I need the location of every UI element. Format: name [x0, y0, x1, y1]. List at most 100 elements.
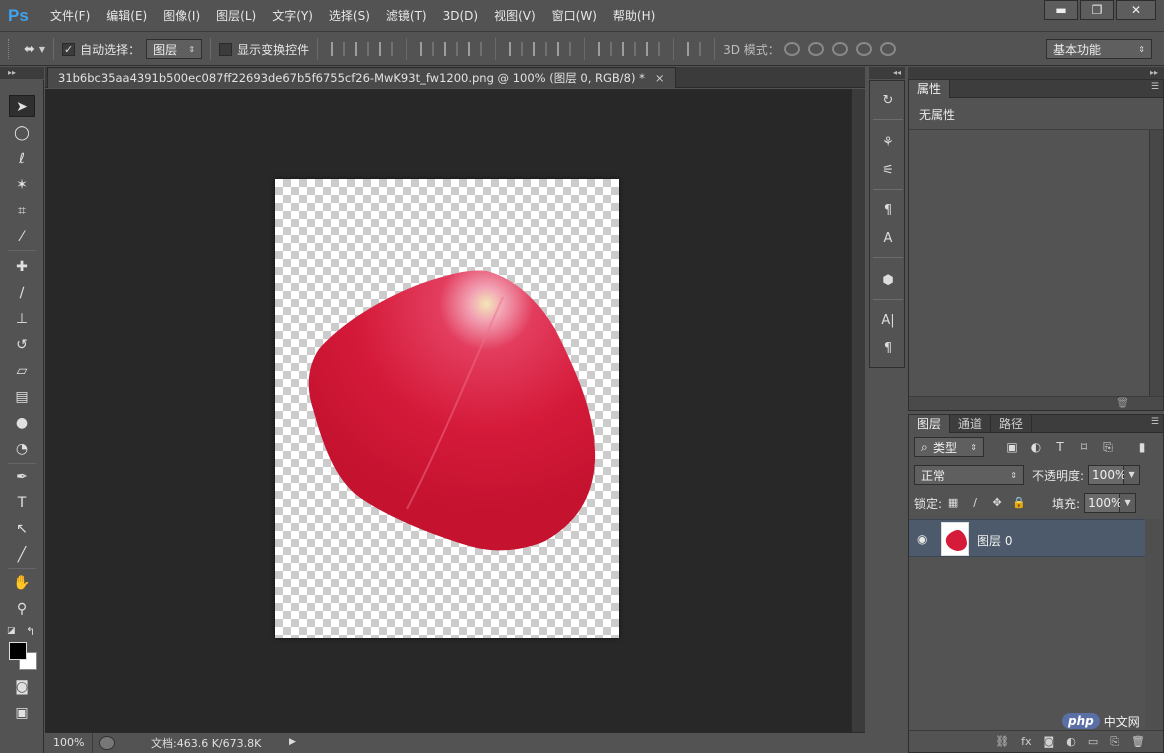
filter-adjustment-icon[interactable]: ◐ — [1028, 439, 1044, 455]
blend-mode-select[interactable]: 正常 ⇕ — [914, 465, 1024, 485]
filter-pixel-icon[interactable]: ▣ — [1004, 439, 1020, 455]
slide-3d-icon[interactable] — [855, 42, 872, 56]
trash-icon[interactable]: 🗑 — [1131, 735, 1145, 748]
filter-smart-object-icon[interactable]: ⎘ — [1100, 439, 1116, 455]
canvas-area[interactable] — [45, 89, 851, 732]
eye-icon[interactable]: ◉ — [917, 532, 927, 546]
marquee-tool-icon[interactable]: ◯ — [9, 122, 35, 144]
menu-filter[interactable]: 滤镜(T) — [378, 0, 435, 32]
tab-paths[interactable]: 路径 — [991, 415, 1033, 433]
adjustment-layer-icon[interactable]: ◐ — [1066, 735, 1076, 748]
brush-tool-icon[interactable]: ∕ — [9, 282, 35, 304]
tab-channels[interactable]: 通道 — [950, 415, 992, 433]
filter-type-icon[interactable]: T — [1052, 439, 1068, 455]
lock-pixels-icon[interactable]: ∕ — [968, 496, 982, 510]
brush-presets-icon[interactable]: ⚟ — [878, 161, 898, 181]
lock-all-icon[interactable]: 🔒 — [1012, 496, 1026, 510]
move-tool-icon[interactable]: ➤ — [9, 95, 35, 117]
quick-mask-icon[interactable]: ◙ — [9, 676, 35, 698]
auto-align-icon[interactable] — [687, 42, 702, 56]
chevron-down-icon[interactable]: ▼ — [39, 45, 45, 54]
menu-file[interactable]: 文件(F) — [42, 0, 98, 32]
right-panels-header[interactable]: ▸▸ — [908, 67, 1164, 79]
move-tool-preset-icon[interactable]: ⬌ — [24, 42, 35, 57]
distribute-vcenter-icon[interactable] — [533, 42, 548, 56]
menu-layer[interactable]: 图层(L) — [208, 0, 264, 32]
layer-mask-icon[interactable]: ◙ — [1044, 735, 1055, 748]
maximize-button[interactable]: ❐ — [1080, 0, 1114, 20]
toolbox-header[interactable]: ▸▸ — [0, 67, 44, 79]
paragraph-styles-icon[interactable]: A — [878, 229, 898, 249]
line-tool-icon[interactable]: ╱ — [9, 544, 35, 566]
menu-help[interactable]: 帮助(H) — [605, 0, 663, 32]
opacity-input[interactable]: 100% — [1088, 465, 1126, 485]
align-vcenter-icon[interactable] — [355, 42, 370, 56]
path-selection-tool-icon[interactable]: ↖ — [9, 518, 35, 540]
pen-tool-icon[interactable]: ✒ — [9, 466, 35, 488]
new-group-icon[interactable]: ▭ — [1088, 735, 1098, 748]
menu-type[interactable]: 文字(Y) — [264, 0, 321, 32]
lock-transparent-icon[interactable]: ▦ — [946, 496, 960, 510]
eyedropper-tool-icon[interactable]: ⁄ — [9, 226, 35, 248]
healing-brush-tool-icon[interactable]: ✚ — [9, 256, 35, 278]
character-styles-icon[interactable]: ¶ — [878, 201, 898, 221]
filter-shape-icon[interactable]: ⌑ — [1076, 439, 1092, 455]
distribute-right-icon[interactable] — [646, 42, 661, 56]
distribute-hcenter-icon[interactable] — [622, 42, 637, 56]
trash-icon[interactable]: 🗑 — [1116, 398, 1129, 409]
new-layer-icon[interactable]: ⎘ — [1110, 735, 1119, 749]
options-grip[interactable] — [8, 39, 12, 59]
fill-dropdown-icon[interactable]: ▼ — [1120, 493, 1137, 513]
default-colors-icon[interactable]: ◪ — [7, 626, 17, 636]
history-panel-icon[interactable]: ↻ — [878, 91, 898, 111]
menu-view[interactable]: 视图(V) — [486, 0, 544, 32]
layer-filter-select[interactable]: ⌕ 类型 ⇕ — [914, 437, 984, 457]
layer-name[interactable]: 图层 0 — [977, 532, 1012, 549]
auto-select-checkbox[interactable]: ✓ — [62, 42, 76, 56]
menu-image[interactable]: 图像(I) — [155, 0, 208, 32]
properties-scrollbar[interactable] — [1149, 130, 1163, 398]
lock-position-icon[interactable]: ✥ — [990, 496, 1004, 510]
align-left-icon[interactable] — [420, 42, 435, 56]
swap-colors-icon[interactable]: ↰ — [26, 625, 35, 638]
panel-menu-icon[interactable]: ☰ — [1151, 417, 1159, 427]
menu-3d[interactable]: 3D(D) — [435, 0, 486, 32]
dodge-tool-icon[interactable]: ◔ — [9, 438, 35, 460]
dock-strip-header[interactable]: ◂◂ — [869, 67, 905, 79]
layer-item[interactable]: ◉ 图层 0 — [909, 519, 1145, 557]
eraser-tool-icon[interactable]: ▱ — [9, 360, 35, 382]
canvas-vertical-scrollbar[interactable] — [851, 89, 865, 732]
screen-mode-icon[interactable]: ▣ — [9, 702, 35, 724]
status-menu-arrow-icon[interactable]: ▶ — [289, 737, 296, 747]
close-icon[interactable]: × — [655, 68, 665, 88]
link-layers-icon[interactable]: ⛓ — [995, 735, 1009, 748]
crop-tool-icon[interactable]: ⌗ — [9, 200, 35, 222]
layers-scrollbar[interactable] — [1145, 519, 1163, 729]
status-info-icon[interactable] — [99, 736, 115, 750]
tab-layers[interactable]: 图层 — [909, 415, 951, 433]
magic-wand-tool-icon[interactable]: ✶ — [9, 174, 35, 196]
align-bottom-icon[interactable] — [379, 42, 394, 56]
clone-stamp-tool-icon[interactable]: ⊥ — [9, 308, 35, 330]
tab-properties[interactable]: 属性 — [909, 80, 951, 98]
align-right-icon[interactable] — [468, 42, 483, 56]
gradient-tool-icon[interactable]: ▤ — [9, 386, 35, 408]
fill-input[interactable]: 100% — [1084, 493, 1122, 513]
layer-style-icon[interactable]: fx — [1021, 735, 1031, 748]
document-canvas[interactable] — [275, 179, 619, 638]
align-hcenter-icon[interactable] — [444, 42, 459, 56]
drag-3d-icon[interactable] — [831, 42, 848, 56]
zoom-level[interactable]: 100% — [45, 732, 93, 753]
blur-tool-icon[interactable]: ● — [9, 412, 35, 434]
opacity-dropdown-icon[interactable]: ▼ — [1124, 465, 1141, 485]
distribute-top-icon[interactable] — [509, 42, 524, 56]
type-tool-icon[interactable]: T — [9, 492, 35, 514]
menu-select[interactable]: 选择(S) — [321, 0, 378, 32]
character-panel-icon[interactable]: A| — [878, 311, 898, 331]
minimize-button[interactable]: ▬ — [1044, 0, 1078, 20]
filter-toggle-icon[interactable]: ▮ — [1134, 439, 1150, 455]
3d-panel-icon[interactable]: ⬢ — [878, 271, 898, 291]
lasso-tool-icon[interactable]: ℓ — [9, 148, 35, 170]
foreground-color-swatch[interactable] — [9, 642, 27, 660]
workspace-select[interactable]: 基本功能 ⇕ — [1046, 39, 1152, 59]
